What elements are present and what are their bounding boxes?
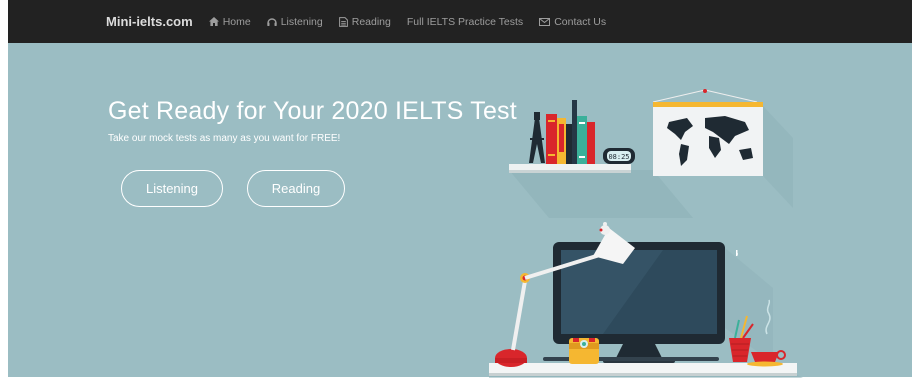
hero-subtitle: Take our mock tests as many as you want … xyxy=(108,133,341,144)
digital-clock-icon: 08:25 xyxy=(603,148,635,164)
nav-contact-label: Contact Us xyxy=(554,15,607,28)
world-map-poster xyxy=(652,89,793,208)
nav-listening-label: Listening xyxy=(280,15,323,28)
books-icon xyxy=(546,100,595,164)
hero-banner: Get Ready for Your 2020 IELTS Test Take … xyxy=(8,43,912,378)
envelope-icon xyxy=(539,17,551,26)
hero-title: Get Ready for Your 2020 IELTS Test xyxy=(108,97,517,125)
brand-link[interactable]: Mini-ielts.com xyxy=(106,14,193,29)
camera-icon xyxy=(569,338,599,364)
page: Mini-ielts.com Home Listening Reading Fu… xyxy=(8,0,912,378)
document-icon xyxy=(338,16,348,27)
clock-display: 08:25 xyxy=(608,153,629,161)
nav-home[interactable]: Home xyxy=(208,15,251,28)
nav-full-tests-label: Full IELTS Practice Tests xyxy=(406,15,524,28)
nav-listening[interactable]: Listening xyxy=(267,16,323,28)
nav-contact[interactable]: Contact Us xyxy=(539,16,606,28)
nav-full-tests[interactable]: Full IELTS Practice Tests xyxy=(407,16,523,28)
nav-home-label: Home xyxy=(222,15,251,28)
listening-button[interactable]: Listening xyxy=(121,170,223,207)
headphones-icon xyxy=(267,18,277,26)
nav-reading-label: Reading xyxy=(351,15,391,28)
top-navbar: Mini-ielts.com Home Listening Reading Fu… xyxy=(8,0,912,43)
reading-button[interactable]: Reading xyxy=(247,170,345,207)
eiffel-tower-icon xyxy=(529,112,545,163)
home-icon xyxy=(208,17,219,26)
nav-reading[interactable]: Reading xyxy=(338,15,391,28)
workspace-illustration: 08:25 xyxy=(489,89,803,378)
